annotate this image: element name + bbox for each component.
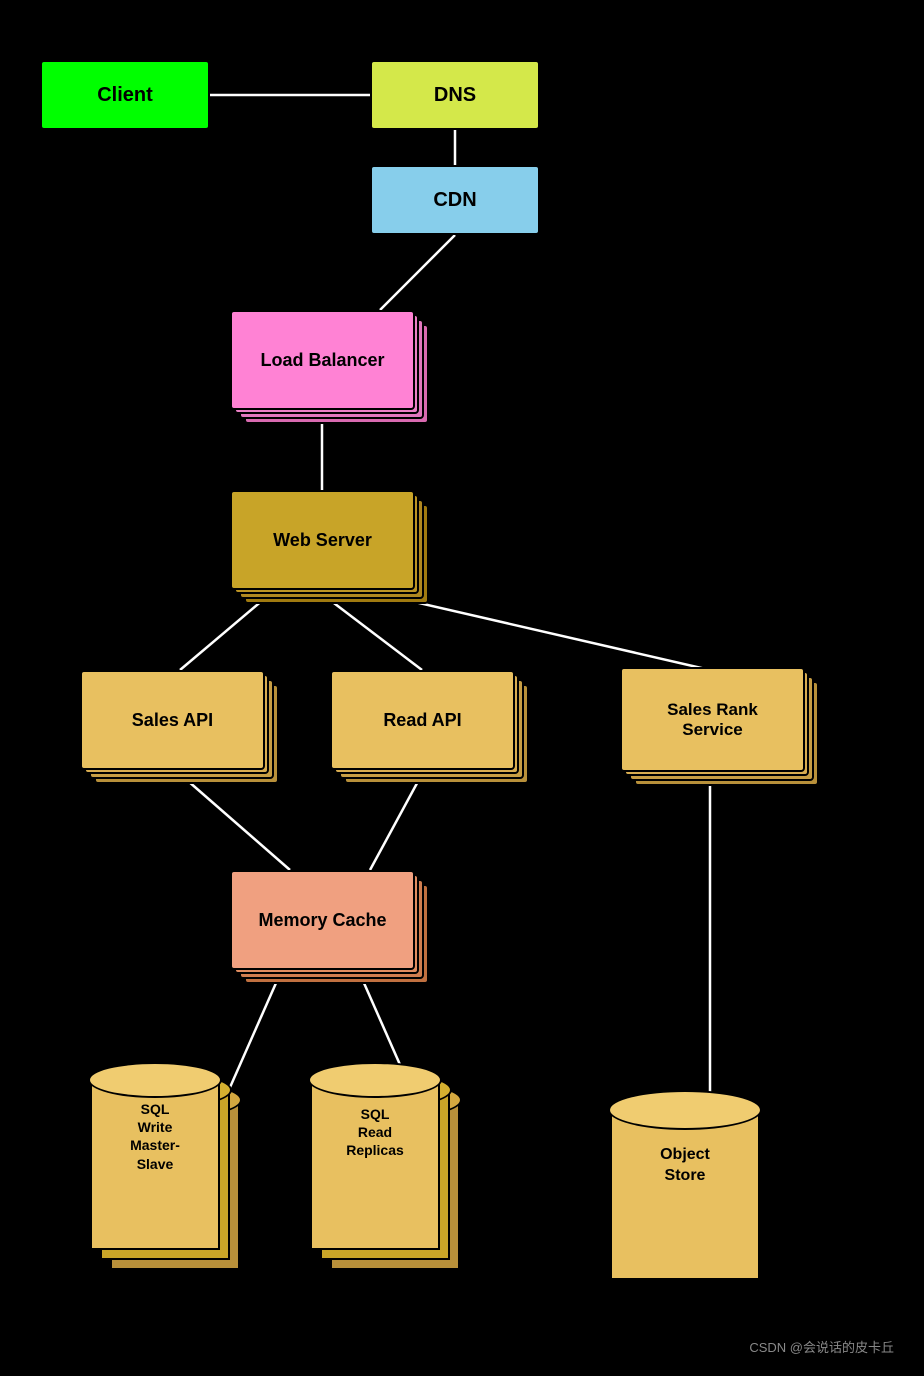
read-api-node: Read API bbox=[330, 670, 515, 770]
watermark: CSDN @会说话的皮卡丘 bbox=[749, 1337, 894, 1356]
web-server-node: Web Server bbox=[230, 490, 415, 590]
cdn-node: CDN bbox=[370, 165, 540, 235]
client-node: Client bbox=[40, 60, 210, 130]
load-balancer-node: Load Balancer bbox=[230, 310, 415, 410]
diagram-container: Client DNS CDN Load Balancer Web Server … bbox=[0, 0, 924, 1376]
dns-node: DNS bbox=[370, 60, 540, 130]
memory-cache-node: Memory Cache bbox=[230, 870, 415, 970]
sales-rank-node: Sales RankService bbox=[620, 667, 805, 772]
sales-api-node: Sales API bbox=[80, 670, 265, 770]
